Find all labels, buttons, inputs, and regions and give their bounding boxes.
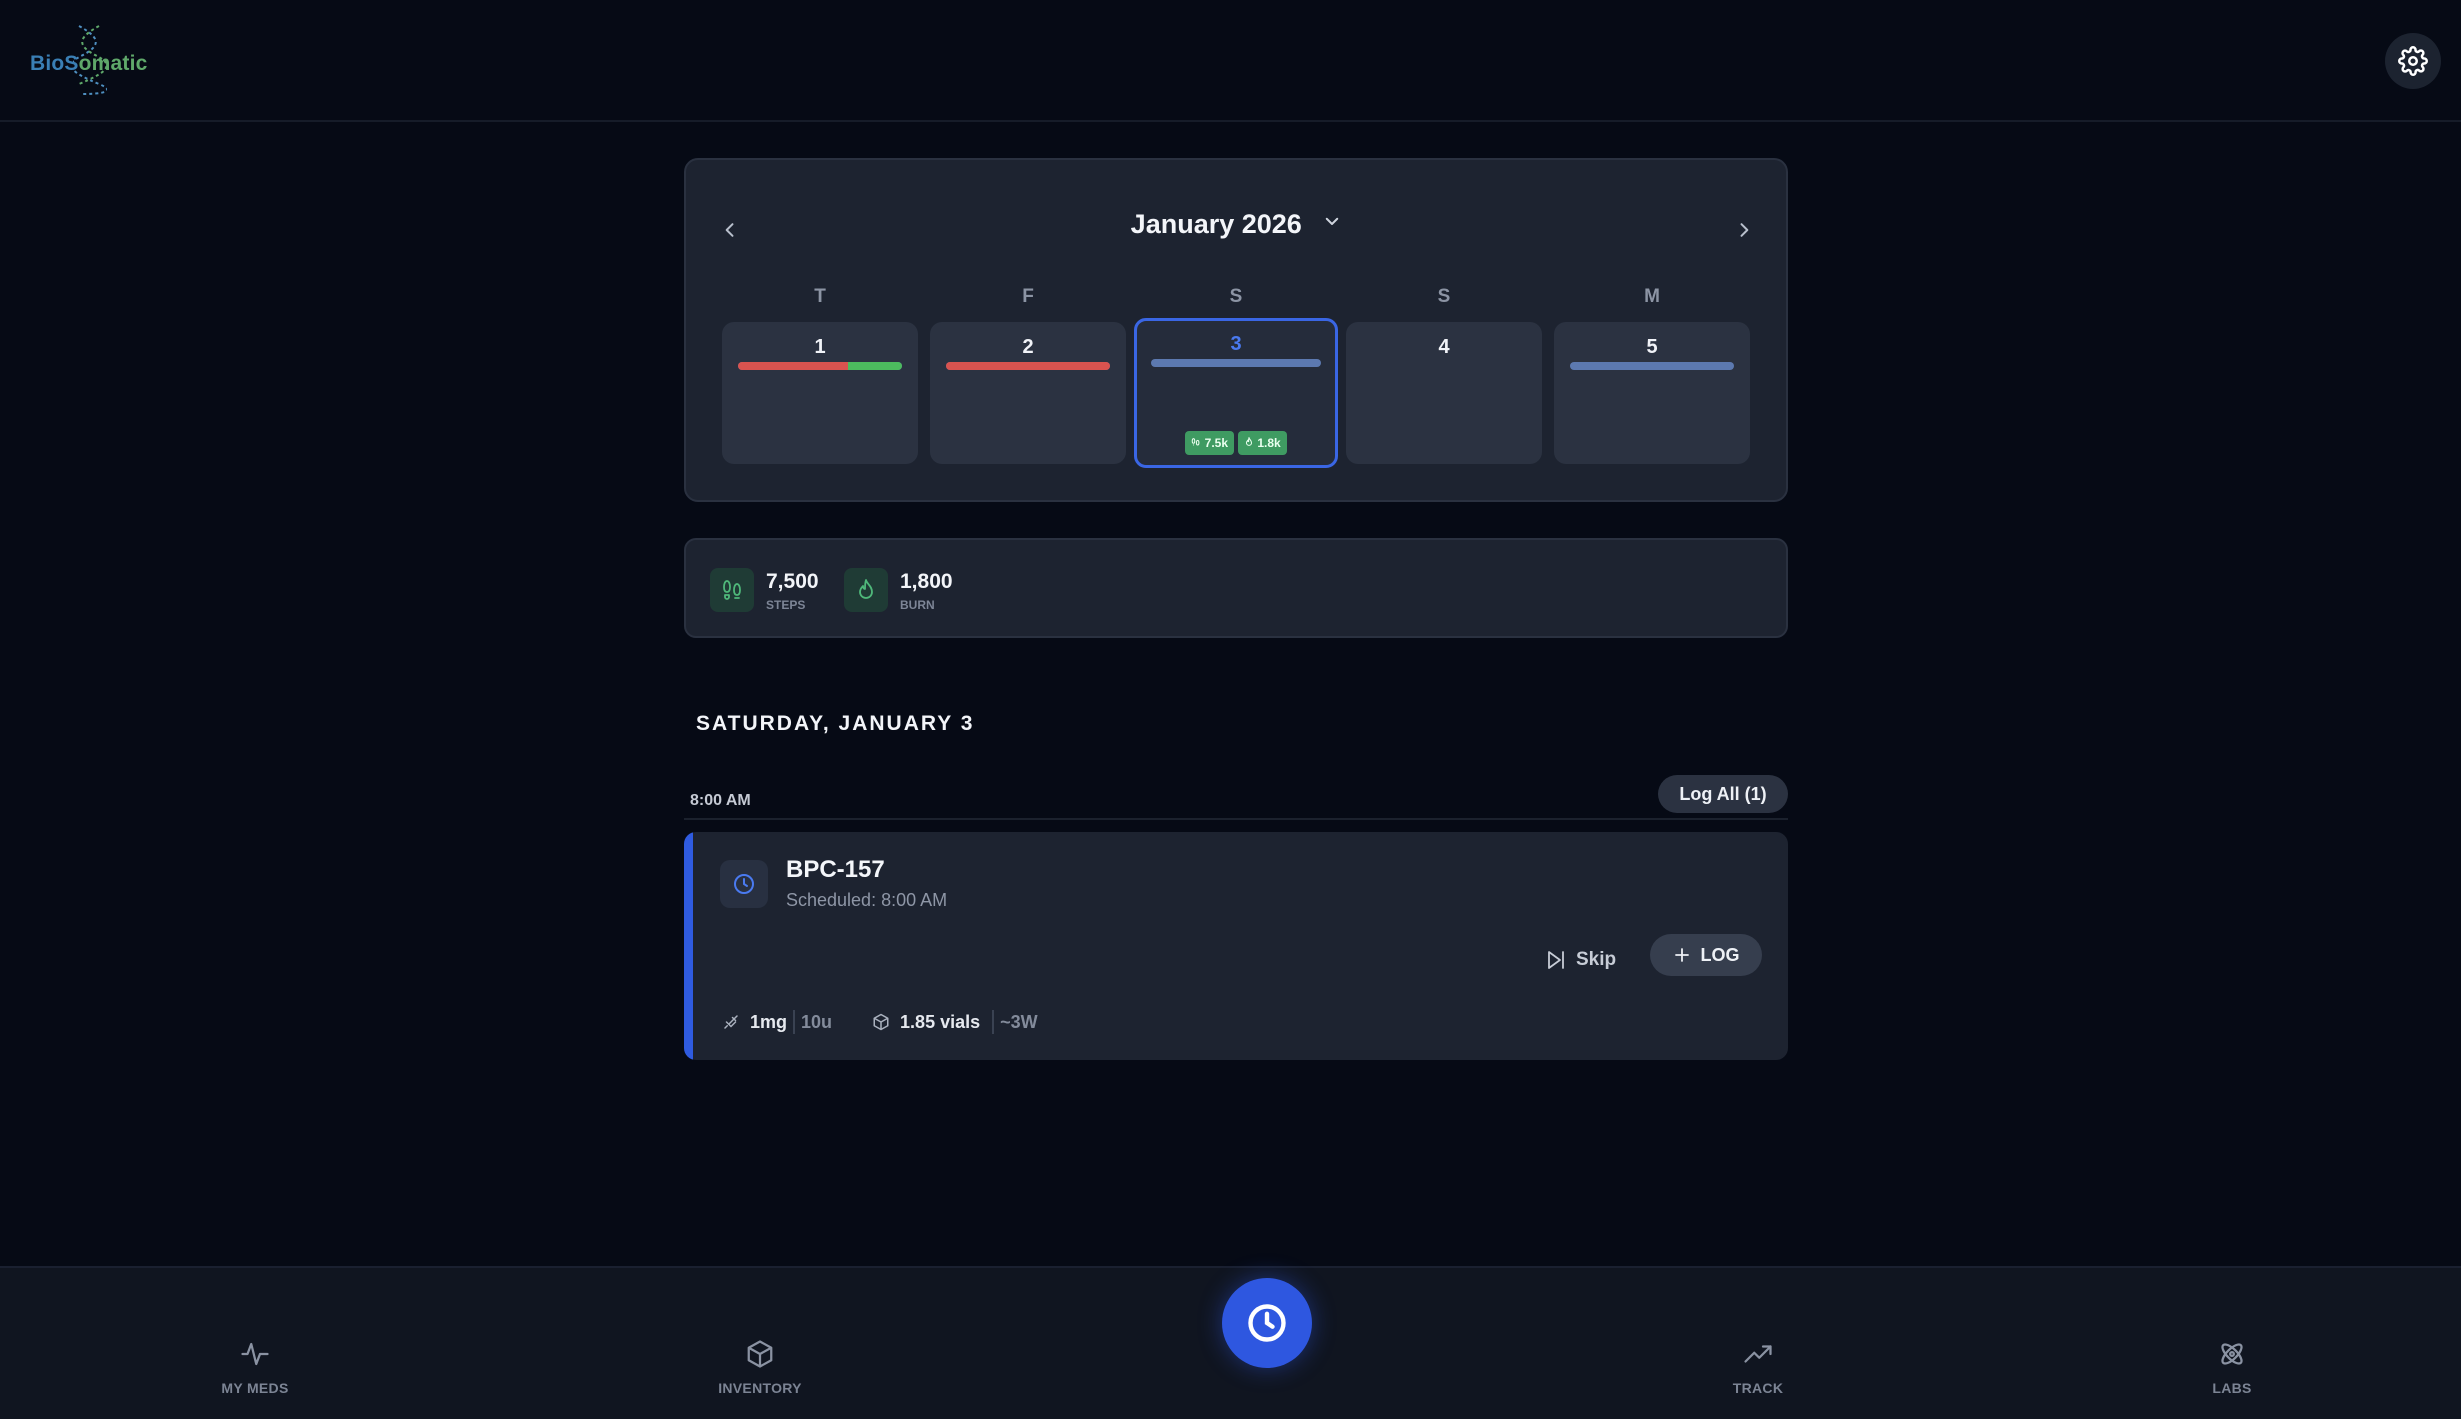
skip-button[interactable]: Skip [1544, 940, 1616, 980]
day-cell-selected[interactable]: 3 7.5k 1.8k [1134, 318, 1338, 468]
medication-card[interactable]: BPC-157 Scheduled: 8:00 AM Skip LOG 1mg … [684, 832, 1788, 1060]
nav-label: INVENTORY [718, 1380, 802, 1396]
time-group-label: 8:00 AM [690, 792, 751, 809]
burn-badge: 1.8k [1238, 431, 1287, 455]
nav-label: MY MEDS [221, 1380, 289, 1396]
activity-stats-card: 7,500 STEPS 1,800 BURN [684, 538, 1788, 638]
weekday-label: S [1229, 286, 1243, 307]
vials-remaining: 1.85 vials [900, 1011, 981, 1032]
atom-icon [2152, 1338, 2312, 1370]
steps-badge: 7.5k [1185, 431, 1234, 455]
syringe-icon [722, 1013, 740, 1031]
day-cell[interactable]: 5 [1554, 322, 1750, 464]
flame-icon [1245, 435, 1253, 446]
activity-icon [175, 1338, 335, 1370]
divider [684, 818, 1788, 820]
log-button[interactable]: LOG [1650, 934, 1762, 976]
day-cell[interactable]: 1 [722, 322, 918, 464]
day-cell[interactable]: 2 [930, 322, 1126, 464]
month-selector[interactable]: January 2026 [686, 206, 1786, 240]
chevron-right-icon [1740, 223, 1749, 237]
box-icon [680, 1338, 840, 1370]
log-label: LOG [1700, 944, 1740, 965]
medication-name: BPC-157 [786, 856, 885, 883]
footprints-icon [1192, 438, 1200, 446]
top-bar: BioSomatic [0, 0, 2461, 122]
dose-amount: 1mg [750, 1011, 788, 1032]
dose-units: 10u [801, 1011, 833, 1032]
activity-badges: 7.5k 1.8k [1137, 431, 1335, 455]
burn-value: 1,800 [900, 570, 953, 593]
nav-inventory[interactable]: INVENTORY [680, 1338, 840, 1396]
divider [992, 1010, 995, 1034]
supply-duration: ~3W [1000, 1011, 1038, 1032]
skip-label: Skip [1576, 949, 1617, 970]
footprints-icon [710, 568, 754, 612]
weekday-label: F [1022, 286, 1034, 307]
nav-my-meds[interactable]: MY MEDS [175, 1338, 335, 1396]
plus-icon [1674, 948, 1689, 962]
day-cell[interactable]: 4 [1346, 322, 1542, 464]
dose-status-bar [738, 362, 902, 370]
dose-status-bar [946, 362, 1110, 370]
day-number: 2 [1022, 336, 1034, 358]
log-all-button[interactable]: Log All (1) [1658, 775, 1788, 813]
trending-up-icon [1678, 1338, 1838, 1370]
dose-status-bar [1151, 359, 1321, 367]
settings-button[interactable] [2385, 33, 2441, 89]
next-month-button[interactable] [1724, 210, 1764, 250]
skip-forward-icon [1548, 951, 1564, 969]
schedule-fab-button[interactable] [1222, 1278, 1312, 1368]
burn-label: BURN [900, 598, 935, 612]
nav-label: TRACK [1732, 1380, 1784, 1396]
chevron-down-icon [1323, 206, 1341, 237]
weekday-label: S [1437, 286, 1451, 307]
day-number: 3 [1230, 333, 1242, 355]
logo-text: BioSomatic [30, 52, 148, 75]
clock-icon [1248, 1304, 1286, 1342]
day-number: 1 [814, 336, 826, 358]
status-accent [684, 832, 693, 1060]
weekday-label: M [1644, 286, 1660, 307]
nav-labs[interactable]: LABS [2152, 1338, 2312, 1396]
selected-day-heading: SATURDAY, JANUARY 3 [696, 712, 975, 735]
weekday-label: T [814, 286, 826, 307]
box-icon [872, 1013, 890, 1031]
calendar-card: January 2026 T F S S M 1 2 3 7.5k 1.8k 4 [684, 158, 1788, 502]
day-number: 4 [1438, 336, 1450, 358]
nav-track[interactable]: TRACK [1678, 1338, 1838, 1396]
month-label: January 2026 [1130, 209, 1302, 239]
steps-label: STEPS [766, 598, 806, 612]
dose-status-bar [1570, 362, 1734, 370]
scheduled-time: Scheduled: 8:00 AM [786, 890, 948, 910]
nav-label: LABS [2212, 1380, 2252, 1396]
gear-icon [2398, 46, 2428, 76]
flame-icon [844, 568, 888, 612]
steps-value: 7,500 [766, 570, 819, 593]
clock-icon [720, 860, 768, 908]
day-number: 5 [1646, 336, 1658, 358]
app-logo[interactable]: BioSomatic [28, 24, 148, 96]
dose-details: 1mg 10u 1.85 vials ~3W [722, 1008, 1038, 1036]
divider [793, 1010, 796, 1034]
